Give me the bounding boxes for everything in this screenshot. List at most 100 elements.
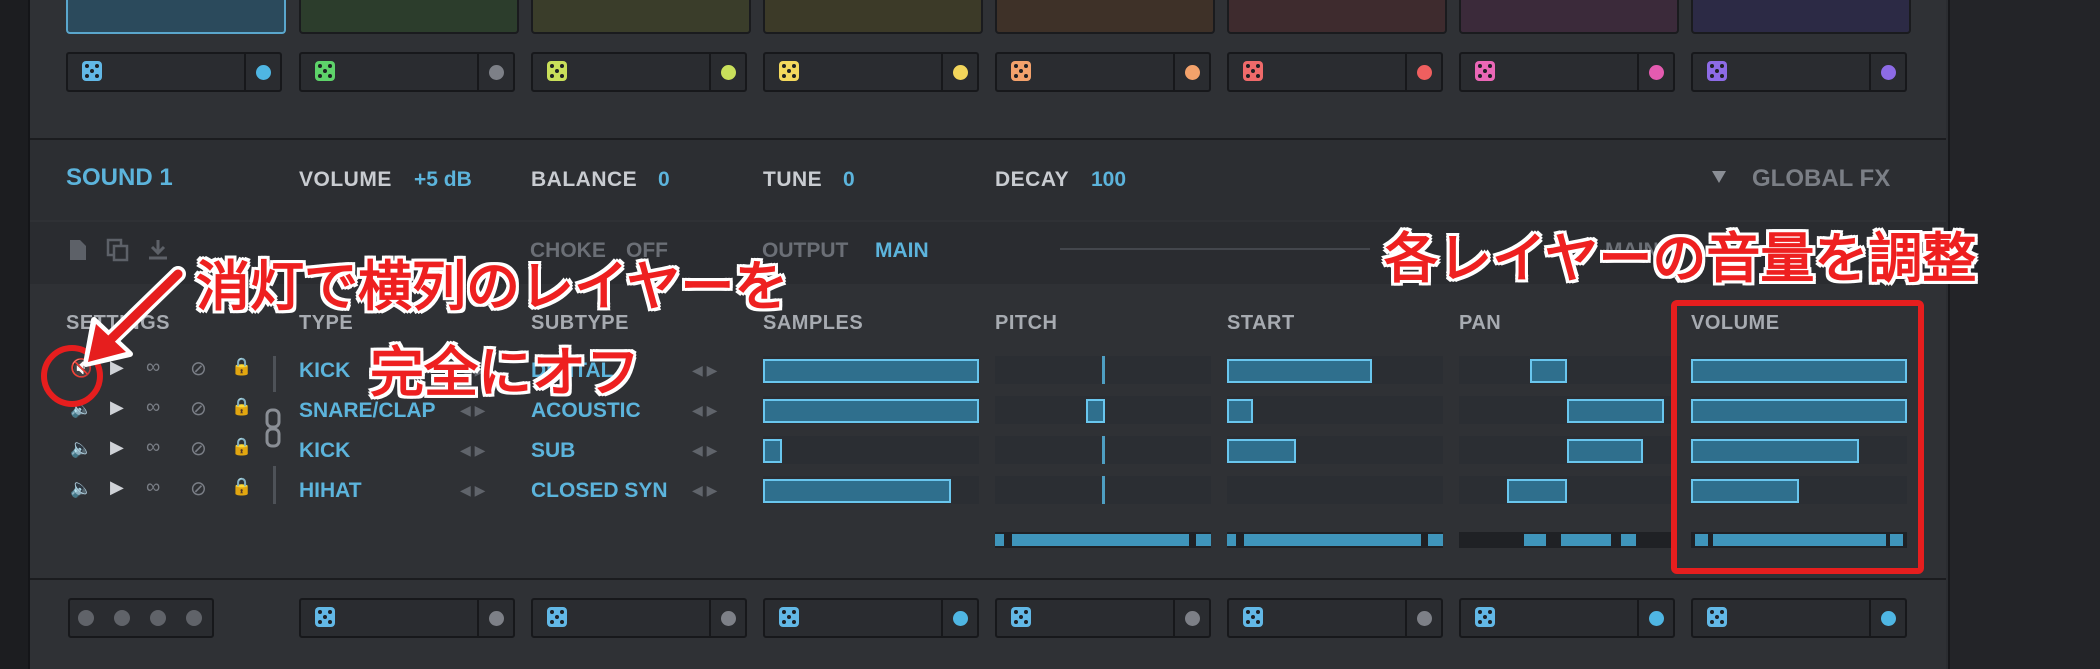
- start-slider[interactable]: [1227, 356, 1443, 384]
- loop-icon[interactable]: ∞: [146, 436, 160, 459]
- dice-icon[interactable]: [547, 607, 567, 627]
- sound-name[interactable]: SOUND 1: [66, 164, 173, 192]
- round-button-2[interactable]: [114, 610, 130, 626]
- samples-slider[interactable]: [763, 476, 979, 504]
- pan-slider[interactable]: [1459, 396, 1675, 424]
- dice-icon[interactable]: [1011, 607, 1031, 627]
- pad-6[interactable]: [1227, 0, 1447, 34]
- pan-slider[interactable]: [1459, 356, 1675, 384]
- lock-icon[interactable]: 🔒: [231, 357, 252, 377]
- reverse-icon[interactable]: ⊘: [190, 396, 207, 421]
- round-button-1[interactable]: [78, 610, 94, 626]
- loop-icon[interactable]: ∞: [146, 396, 160, 419]
- macro-bar[interactable]: [1227, 532, 1443, 548]
- pad-5[interactable]: [995, 0, 1215, 34]
- bottom-slot-5[interactable]: [1227, 598, 1443, 638]
- dice-icon[interactable]: [1475, 607, 1495, 627]
- macro-bar[interactable]: [1459, 532, 1675, 548]
- samples-slider[interactable]: [763, 356, 979, 384]
- reverse-icon[interactable]: ⊘: [190, 356, 207, 381]
- pitch-slider[interactable]: [995, 396, 1211, 424]
- top-slot-1[interactable]: [66, 52, 282, 92]
- speaker-icon[interactable]: 🔈: [70, 438, 92, 459]
- reverse-icon[interactable]: ⊘: [190, 476, 207, 501]
- bottom-slot-2[interactable]: [531, 598, 747, 638]
- samples-slider[interactable]: [763, 436, 979, 464]
- layer-type[interactable]: KICK: [299, 439, 350, 463]
- dice-icon[interactable]: [1707, 61, 1727, 81]
- slot-indicator-dot[interactable]: [489, 65, 504, 80]
- slot-indicator-dot[interactable]: [953, 65, 968, 80]
- pitch-slider[interactable]: [995, 356, 1211, 384]
- top-slot-5[interactable]: [995, 52, 1211, 92]
- start-slider[interactable]: [1227, 436, 1443, 464]
- slot-indicator-dot[interactable]: [1881, 65, 1896, 80]
- dice-icon[interactable]: [82, 61, 102, 81]
- pitch-slider[interactable]: [995, 476, 1211, 504]
- copy-icon[interactable]: [106, 238, 130, 262]
- layer-subtype[interactable]: CLOSED SYN: [531, 479, 668, 503]
- pad-4[interactable]: [763, 0, 983, 34]
- tune-value[interactable]: 0: [843, 168, 855, 192]
- slot-indicator-dot[interactable]: [1649, 611, 1664, 626]
- dice-icon[interactable]: [315, 607, 335, 627]
- start-slider[interactable]: [1227, 476, 1443, 504]
- layer-type[interactable]: KICK: [299, 359, 350, 383]
- layer-subtype[interactable]: SUB: [531, 439, 575, 463]
- slot-indicator-dot[interactable]: [1881, 611, 1896, 626]
- pad-1[interactable]: [66, 0, 286, 34]
- top-slot-7[interactable]: [1459, 52, 1675, 92]
- pad-8[interactable]: [1691, 0, 1911, 34]
- slot-indicator-dot[interactable]: [256, 65, 271, 80]
- bottom-slot-7[interactable]: [1691, 598, 1907, 638]
- subtype-arrows-icon[interactable]: ◀ ▶: [692, 402, 717, 419]
- dice-icon[interactable]: [779, 61, 799, 81]
- dice-icon[interactable]: [1475, 61, 1495, 81]
- round-button-3[interactable]: [150, 610, 166, 626]
- pitch-slider[interactable]: [995, 436, 1211, 464]
- download-icon[interactable]: [146, 238, 170, 262]
- subtype-arrows-icon[interactable]: ◀ ▶: [692, 482, 717, 499]
- dice-icon[interactable]: [1011, 61, 1031, 81]
- slot-indicator-dot[interactable]: [721, 611, 736, 626]
- slot-indicator-dot[interactable]: [1185, 65, 1200, 80]
- top-slot-2[interactable]: [299, 52, 515, 92]
- triangle-down-icon[interactable]: [1712, 171, 1726, 183]
- dice-icon[interactable]: [1243, 61, 1263, 81]
- pad-3[interactable]: [531, 0, 751, 34]
- reverse-icon[interactable]: ⊘: [190, 436, 207, 461]
- decay-value[interactable]: 100: [1091, 168, 1126, 192]
- loop-icon[interactable]: ∞: [146, 476, 160, 499]
- output-value[interactable]: MAIN: [875, 239, 929, 263]
- bottom-slot-1[interactable]: [299, 598, 515, 638]
- slot-indicator-dot[interactable]: [1417, 611, 1432, 626]
- play-icon[interactable]: ▶: [110, 477, 124, 498]
- top-slot-4[interactable]: [763, 52, 979, 92]
- top-slot-3[interactable]: [531, 52, 747, 92]
- lock-icon[interactable]: 🔒: [231, 477, 252, 497]
- dice-icon[interactable]: [547, 61, 567, 81]
- lock-icon[interactable]: 🔒: [231, 437, 252, 457]
- speaker-icon[interactable]: 🔈: [70, 478, 92, 499]
- layer-type[interactable]: HIHAT: [299, 479, 362, 503]
- volume-value[interactable]: +5 dB: [414, 168, 472, 192]
- subtype-arrows-icon[interactable]: ◀ ▶: [692, 362, 717, 379]
- play-icon[interactable]: ▶: [110, 397, 124, 418]
- global-fx-label[interactable]: GLOBAL FX: [1752, 165, 1890, 193]
- samples-slider[interactable]: [763, 396, 979, 424]
- bottom-slot-4[interactable]: [995, 598, 1211, 638]
- slot-indicator-dot[interactable]: [1185, 611, 1200, 626]
- subtype-arrows-icon[interactable]: ◀ ▶: [692, 442, 717, 459]
- type-arrows-icon[interactable]: ◀ ▶: [460, 442, 485, 459]
- dice-icon[interactable]: [315, 61, 335, 81]
- top-slot-6[interactable]: [1227, 52, 1443, 92]
- file-icon[interactable]: [68, 238, 88, 262]
- dice-icon[interactable]: [779, 607, 799, 627]
- top-slot-8[interactable]: [1691, 52, 1907, 92]
- dice-icon[interactable]: [1707, 607, 1727, 627]
- balance-value[interactable]: 0: [658, 168, 670, 192]
- dice-icon[interactable]: [1243, 607, 1263, 627]
- slot-indicator-dot[interactable]: [489, 611, 504, 626]
- type-arrows-icon[interactable]: ◀ ▶: [460, 482, 485, 499]
- bottom-slot-3[interactable]: [763, 598, 979, 638]
